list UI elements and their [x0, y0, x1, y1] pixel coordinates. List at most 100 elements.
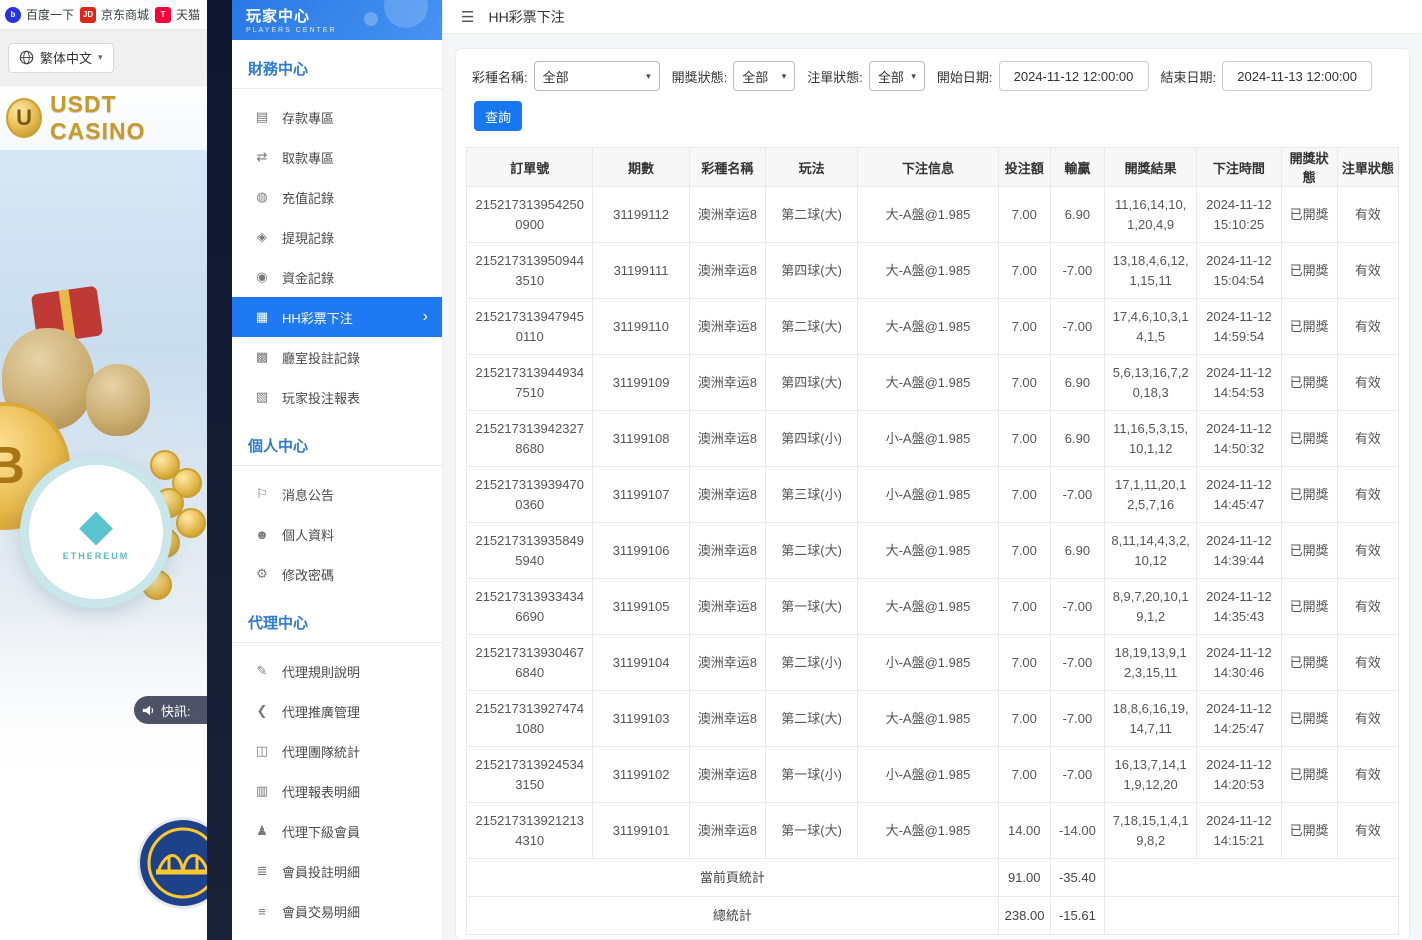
cell-info: 小-A盤@1.985 [858, 635, 998, 691]
money-bag-shape [86, 364, 150, 436]
sidebar-item-funds-record[interactable]: ◉ 資金記錄 [232, 257, 442, 297]
agent-rules-icon: ✎ [254, 663, 270, 679]
filter-bar: 彩種名稱: 全部 ▾ 開獎狀態: 全部 ▾ 注單狀態: 全部 ▾ 開始日期: 結… [466, 61, 1399, 91]
cell-order: 2152173139274741080 [467, 691, 593, 747]
sidebar-item-agent-rules[interactable]: ✎代理規則說明 [232, 651, 442, 691]
agent-promo-icon: ❮ [254, 703, 270, 719]
start-date-input[interactable] [999, 61, 1149, 91]
language-selector[interactable]: 繁体中文 ▾ [8, 43, 114, 73]
background-page: b 百度一下 JD 京东商城 T 天猫 繁体中文 ▾ U USDT CASINO [0, 0, 207, 940]
sidebar-item-agent-report[interactable]: ▥代理報表明細 [232, 771, 442, 811]
cell-lottery: 澳洲幸运8 [689, 747, 765, 803]
draw-status-select-value: 全部 [742, 67, 768, 86]
room-bet-record-icon: ▩ [254, 349, 270, 365]
sidebar-section-heading: 財務中心 [232, 44, 442, 89]
warriors-logo [136, 816, 207, 910]
caret-down-icon: ▾ [646, 71, 651, 82]
cell-order_status: 有效 [1337, 355, 1398, 411]
sidebar-item-hh-lottery[interactable]: ▦HH彩票下注› [232, 297, 442, 337]
cell-period: 31199110 [593, 299, 689, 355]
cell-result: 17,4,6,10,3,14,1,5 [1105, 299, 1197, 355]
sidebar-item-withdraw-record[interactable]: ◈提現記錄 [232, 217, 442, 257]
cell-result: 13,18,4,6,12,1,15,11 [1105, 243, 1197, 299]
bookmark-label: 百度一下 [26, 6, 74, 23]
site-logo[interactable]: U USDT CASINO [0, 86, 207, 150]
cell-win: 6.90 [1050, 523, 1104, 579]
cell-play: 第四球(大) [765, 243, 857, 299]
deposit-icon: ▤ [254, 109, 270, 125]
sidebar-item-password[interactable]: ⚙修改密碼 [232, 554, 442, 594]
cell-win: -7.00 [1050, 467, 1104, 523]
agent-report-icon: ▥ [254, 783, 270, 799]
player-report-icon: ▧ [254, 389, 270, 405]
cell-bet: 7.00 [998, 691, 1050, 747]
sidebar-subtitle: PLAYERS CENTER [246, 27, 442, 34]
cell-info: 小-A盤@1.985 [858, 467, 998, 523]
cell-lottery: 澳洲幸运8 [689, 467, 765, 523]
order-status-select[interactable]: 全部 ▾ [869, 61, 925, 91]
sidebar-item-withdraw[interactable]: ⇄取款專區 [232, 137, 442, 177]
cell-order_status: 有效 [1337, 635, 1398, 691]
total-summary-bet: 238.00 [998, 897, 1050, 935]
logo-text: USDT CASINO [50, 91, 201, 145]
cell-draw_status: 已開獎 [1281, 579, 1337, 635]
globe-icon [19, 50, 34, 65]
cell-period: 31199104 [593, 635, 689, 691]
sidebar-item-agent-team[interactable]: ◫代理團隊統計 [232, 731, 442, 771]
column-header: 下注信息 [858, 148, 998, 187]
sidebar-item-label: 提現記錄 [282, 228, 334, 247]
sidebar-menu: 財務中心▤存款專區⇄取款專區◍充值記錄◈提現記錄◉資金記錄▦HH彩票下注›▩廳室… [232, 44, 442, 931]
baidu-favicon: b [5, 7, 21, 23]
bookmark-tmall[interactable]: T 天猫 [155, 6, 200, 23]
cell-result: 17,1,11,20,12,5,7,16 [1105, 467, 1197, 523]
sidebar-item-agent-members[interactable]: ♟代理下級會員 [232, 811, 442, 851]
table-row: 215217313939470036031199107澳洲幸运8第三球(小)小-… [467, 467, 1399, 523]
cell-win: -7.00 [1050, 243, 1104, 299]
cell-period: 31199106 [593, 523, 689, 579]
cell-bet: 7.00 [998, 523, 1050, 579]
menu-icon[interactable]: ☰ [461, 8, 474, 26]
cell-lottery: 澳洲幸运8 [689, 299, 765, 355]
sidebar-item-label: HH彩票下注 [282, 308, 353, 327]
bookmark-jd[interactable]: JD 京东商城 [80, 6, 149, 23]
cell-result: 5,6,13,16,7,20,18,3 [1105, 355, 1197, 411]
bookmark-baidu[interactable]: b 百度一下 [5, 6, 74, 23]
cell-order: 2152173139334346690 [467, 579, 593, 635]
sidebar-section-heading: 個人中心 [232, 421, 442, 466]
sidebar-item-member-bet-detail[interactable]: ≣會員投註明細 [232, 851, 442, 891]
table-row: 215217313930467684031199104澳洲幸运8第二球(小)小-… [467, 635, 1399, 691]
table-row: 215217313924534315031199102澳洲幸运8第一球(小)小-… [467, 747, 1399, 803]
cell-time: 2024-11-12 14:25:47 [1197, 691, 1281, 747]
cell-info: 大-A盤@1.985 [858, 691, 998, 747]
page-summary-label: 當前頁統計 [467, 859, 999, 897]
draw-status-select[interactable]: 全部 ▾ [733, 61, 795, 91]
funds-record-icon: ◉ [254, 269, 270, 285]
start-date-label: 開始日期: [937, 67, 993, 86]
sidebar-item-profile[interactable]: ☻個人資料 [232, 514, 442, 554]
cell-order: 2152173139358495940 [467, 523, 593, 579]
column-header: 開獎狀態 [1281, 148, 1337, 187]
sidebar-item-recharge-record[interactable]: ◍充值記錄 [232, 177, 442, 217]
cell-draw_status: 已開獎 [1281, 803, 1337, 859]
sidebar-item-agent-promo[interactable]: ❮代理推廣管理 [232, 691, 442, 731]
sidebar-item-notice[interactable]: ⚐消息公告 [232, 474, 442, 514]
page-summary-bet: 91.00 [998, 859, 1050, 897]
cell-result: 18,8,6,16,19,14,7,11 [1105, 691, 1197, 747]
query-button[interactable]: 查詢 [474, 101, 522, 131]
sidebar-item-member-trade-detail[interactable]: ≡會員交易明細 [232, 891, 442, 931]
cell-order_status: 有效 [1337, 187, 1398, 243]
sidebar-item-label: 消息公告 [282, 485, 334, 504]
cell-period: 31199107 [593, 467, 689, 523]
sidebar-item-label: 資金記錄 [282, 268, 334, 287]
sidebar-item-room-bet-record[interactable]: ▩廳室投註記錄 [232, 337, 442, 377]
end-date-input[interactable] [1222, 61, 1372, 91]
lottery-select[interactable]: 全部 ▾ [534, 61, 660, 91]
sidebar-item-deposit[interactable]: ▤存款專區 [232, 97, 442, 137]
cell-time: 2024-11-12 14:35:43 [1197, 579, 1281, 635]
cell-result: 8,9,7,20,10,19,1,2 [1105, 579, 1197, 635]
news-ticker: 快訊: [134, 696, 207, 724]
table-row: 215217313954250090031199112澳洲幸运8第二球(大)大-… [467, 187, 1399, 243]
sidebar-item-player-report[interactable]: ▧玩家投注報表 [232, 377, 442, 417]
chevron-right-icon: › [423, 309, 442, 325]
sidebar-item-label: 代理下級會員 [282, 822, 360, 841]
